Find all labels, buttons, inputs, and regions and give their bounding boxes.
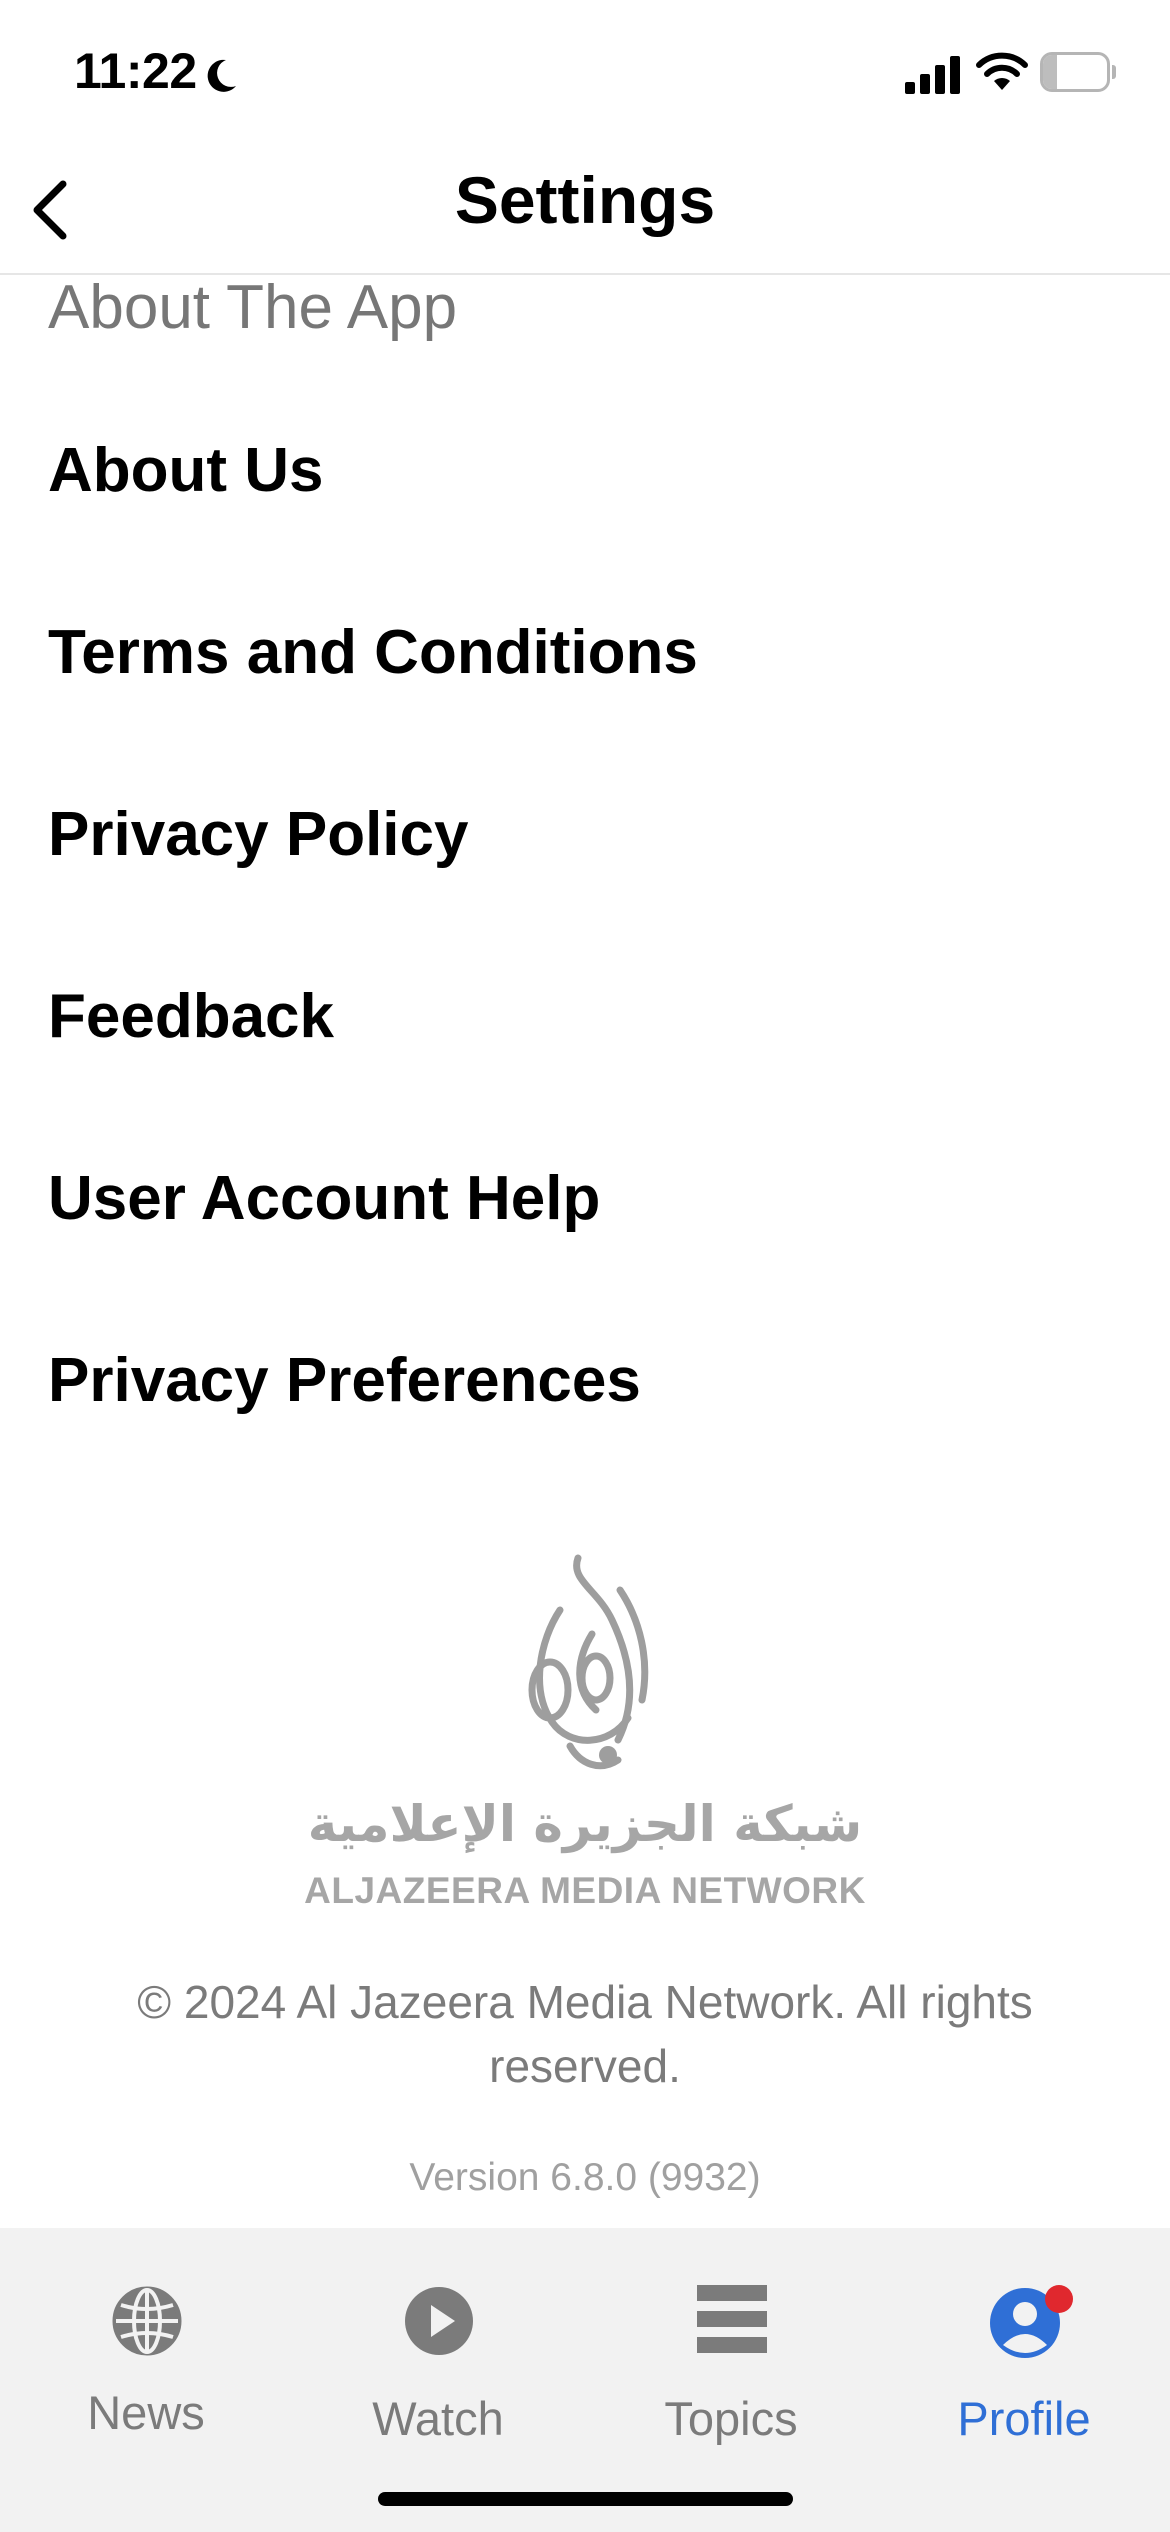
tab-label-watch: Watch [372, 2392, 504, 2445]
navigation-bar: Settings [0, 140, 1170, 275]
al-jazeera-calligraphy-logo [528, 1554, 649, 1770]
globe-icon [112, 2286, 182, 2356]
chevron-left-icon [33, 180, 67, 240]
play-circle-icon [405, 2287, 473, 2355]
page-title: Settings [454, 163, 716, 237]
menu-item-privacy-preferences[interactable]: Privacy Preferences [0, 1290, 1170, 1472]
home-indicator [378, 2492, 793, 2506]
menu-item-privacy-policy[interactable]: Privacy Policy [0, 744, 1170, 926]
tab-watch[interactable]: Watch [292, 2228, 584, 2448]
menu-item-about-us[interactable]: About Us [0, 380, 1170, 562]
battery-level-text: 22 [1062, 59, 1094, 90]
cellular-signal-icon [905, 56, 960, 94]
menu-item-feedback[interactable]: Feedback [0, 926, 1170, 1108]
wifi-icon [976, 52, 1028, 90]
menu-item-terms-and-conditions[interactable]: Terms and Conditions [0, 562, 1170, 744]
section-header: About The App [48, 273, 458, 342]
battery-icon: 22 [1040, 52, 1116, 92]
tab-topics[interactable]: Topics [585, 2228, 877, 2448]
topics-list-icon [697, 2285, 767, 2353]
settings-screen: 11:22 22 Settings About The App About Us… [0, 0, 1170, 2532]
settings-menu-list: About Us Terms and Conditions Privacy Po… [0, 380, 1170, 1472]
copyright-text: © 2024 Al Jazeera Media Network. All rig… [137, 1976, 1033, 2092]
status-time: 11:22 [74, 43, 197, 99]
logo-arabic-text: شبكة الجزيرة الإعلامية [307, 1795, 863, 1853]
profile-icon [990, 2285, 1073, 2358]
tab-bar: News Watch Topics Profile [0, 2228, 1170, 2532]
menu-item-user-account-help[interactable]: User Account Help [0, 1108, 1170, 1290]
tab-profile[interactable]: Profile [878, 2228, 1170, 2448]
moon-icon [207, 59, 236, 92]
logo-latin-text: ALJAZEERA MEDIA NETWORK [304, 1870, 866, 1911]
notification-dot [1045, 2285, 1073, 2313]
app-version: Version 6.8.0 (9932) [409, 2156, 761, 2199]
tab-label-news: News [87, 2386, 205, 2439]
al-jazeera-logo: شبكة الجزيرة الإعلامية ALJAZEERA MEDIA N… [300, 1550, 870, 1920]
back-button[interactable] [14, 170, 84, 250]
tab-label-profile: Profile [957, 2392, 1091, 2445]
tab-label-topics: Topics [664, 2392, 798, 2445]
status-bar: 11:22 22 [0, 0, 1170, 140]
tab-news[interactable]: News [0, 2228, 292, 2448]
